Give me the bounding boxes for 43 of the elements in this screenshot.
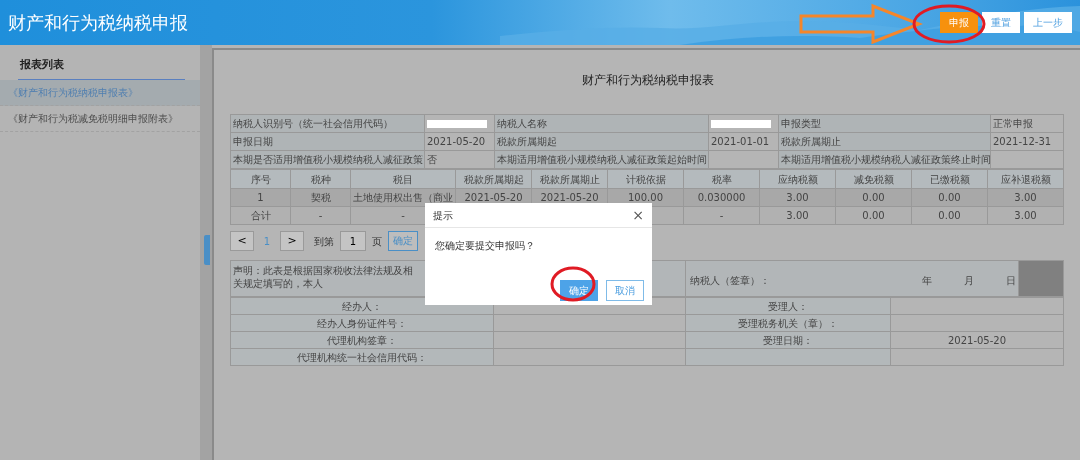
column-header: 税率	[683, 169, 760, 189]
form-title: 财产和行为税纳税申报表	[580, 72, 715, 89]
next-page-button[interactable]: >	[280, 231, 304, 251]
table-cell: 正常申报	[990, 114, 1064, 133]
page-number[interactable]: 1	[260, 233, 274, 249]
sidebar-heading: 报表列表	[18, 57, 185, 80]
signature-label: 纳税人（签章）：	[690, 274, 770, 288]
action-button[interactable]: 上一步	[1024, 12, 1072, 33]
close-button[interactable]: ×	[632, 208, 644, 222]
goto-label: 到第	[314, 234, 334, 249]
column-header: 税款所属期止	[531, 169, 608, 189]
page-input[interactable]: 1	[340, 231, 366, 251]
table-cell: 纳税人名称	[494, 114, 709, 133]
date-label: 年	[922, 274, 932, 288]
table-cell: 受理人：	[685, 297, 891, 315]
redaction-bar	[427, 120, 487, 128]
column-header: 应补退税额	[987, 169, 1064, 189]
redaction-bar	[711, 120, 771, 128]
dialog-title: 提示	[433, 208, 453, 223]
page-title: 财产和行为税纳税申报	[7, 11, 188, 35]
column-header: 应纳税额	[759, 169, 836, 189]
circle-annotation	[549, 265, 597, 303]
cancel-button[interactable]: 取消	[606, 280, 644, 301]
previous-page-button[interactable]: <	[230, 231, 254, 251]
page-unit-label: 页	[372, 234, 382, 249]
declaration-text: 声明：此表是根据国家税收法律法规及相关规定填写的，本人	[233, 264, 414, 290]
column-header: 序号	[230, 169, 291, 189]
table-cell: 申报类型	[778, 114, 991, 133]
dialog-message: 您确定要提交申报吗？	[434, 239, 536, 253]
column-header: 税种	[290, 169, 351, 189]
date-label: 日	[1006, 274, 1016, 288]
column-header: 计税依据	[607, 169, 684, 189]
collapse-handle[interactable]	[204, 235, 210, 265]
column-header: 已缴税额	[911, 169, 988, 189]
action-button[interactable]: 重置	[982, 12, 1020, 33]
date-label: 月	[964, 274, 974, 288]
submit-button[interactable]: 申报	[940, 12, 978, 33]
go-button[interactable]: 确定	[388, 231, 418, 251]
column-header: 减免税额	[835, 169, 912, 189]
table-cell: 纳税人识别号（统一社会信用代码）	[230, 114, 425, 133]
column-header: 税目	[350, 169, 456, 189]
sidebar-item[interactable]: 《财产和行为税纳税申报表》	[0, 79, 200, 106]
column-header: 税款所属期起	[455, 169, 532, 189]
